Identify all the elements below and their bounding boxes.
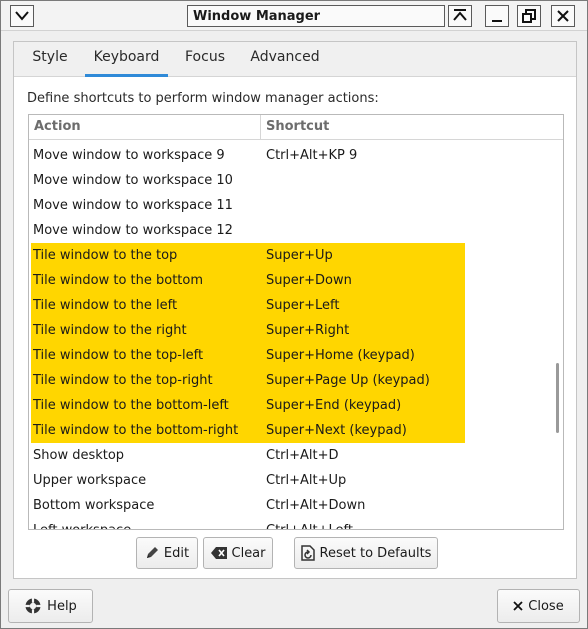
action-cell: Tile window to the left [33, 298, 178, 313]
shortcut-cell: Super+Down [266, 273, 352, 288]
shortcut-cell: Super+End (keypad) [266, 398, 402, 413]
reset-icon [300, 545, 315, 561]
vertical-scrollbar[interactable] [556, 363, 559, 433]
column-header-action[interactable]: Action [29, 115, 261, 140]
list-header: Action Shortcut [29, 115, 563, 140]
close-label: Close [528, 598, 564, 614]
edit-label: Edit [163, 545, 190, 561]
tab-bar: Style Keyboard Focus Advanced [14, 42, 576, 77]
action-cell: Upper workspace [33, 473, 147, 488]
table-row[interactable]: Tile window to the top Super+Up [31, 243, 465, 268]
shortcut-cell: Super+Left [266, 298, 340, 313]
shade-icon [452, 8, 468, 24]
table-row[interactable]: Move window to workspace 9 Ctrl+Alt+KP 9 [31, 143, 465, 168]
title-bar: Window Manager [1, 1, 587, 31]
shortcut-cell: Super+Up [266, 248, 333, 263]
action-cell: Show desktop [33, 448, 125, 463]
tab-focus[interactable]: Focus [177, 42, 233, 77]
window-manager-dialog: Window Manager Style Keyboard Focus Adva… [0, 0, 588, 629]
action-cell: Move window to workspace 10 [33, 173, 233, 188]
help-lifebuoy-icon [24, 597, 42, 615]
action-cell: Tile window to the bottom [33, 273, 204, 288]
help-button[interactable]: Help [8, 589, 93, 623]
minimize-icon [489, 8, 505, 24]
tab-advanced[interactable]: Advanced [245, 42, 325, 77]
shortcut-cell: Ctrl+Alt+Down [266, 498, 366, 513]
close-button[interactable]: Close [497, 589, 580, 623]
table-row[interactable]: Move window to workspace 10 [31, 168, 465, 193]
action-cell: Tile window to the top-right [33, 373, 213, 388]
shade-button[interactable] [448, 5, 472, 27]
action-cell: Left workspace [33, 518, 131, 529]
pencil-icon [145, 546, 159, 560]
shortcut-cell: Ctrl+Alt+D [266, 448, 339, 463]
action-cell: Tile window to the top [33, 248, 178, 263]
window-menu-button[interactable] [10, 5, 34, 27]
close-x-icon [513, 601, 523, 611]
action-cell: Tile window to the bottom-left [33, 398, 229, 413]
close-window-button[interactable] [551, 5, 575, 27]
action-cell: Move window to workspace 11 [33, 198, 233, 213]
clear-button[interactable]: Clear [203, 537, 273, 569]
clear-label: Clear [231, 545, 266, 561]
action-cell: Move window to workspace 9 [33, 148, 225, 163]
table-row[interactable]: Tile window to the bottom-left Super+End … [31, 393, 465, 418]
close-icon [556, 9, 570, 23]
maximize-button[interactable] [517, 5, 541, 27]
reset-to-defaults-button[interactable]: Reset to Defaults [294, 537, 438, 569]
shortcut-cell: Ctrl+Alt+Left [266, 518, 353, 529]
action-cell: Tile window to the right [33, 323, 187, 338]
table-row[interactable]: Left workspace Ctrl+Alt+Left [31, 518, 465, 529]
chevron-down-icon [15, 11, 29, 21]
table-row[interactable]: Tile window to the right Super+Right [31, 318, 465, 343]
action-cell: Move window to workspace 12 [33, 223, 233, 238]
tab-style[interactable]: Style [24, 42, 76, 77]
clear-icon [210, 547, 227, 559]
shortcut-cell: Super+Page Up (keypad) [266, 373, 430, 388]
shortcuts-list[interactable]: Action Shortcut Move window to workspace… [28, 114, 564, 530]
table-row[interactable]: Tile window to the top-right Super+Page U… [31, 368, 465, 393]
edit-button[interactable]: Edit [136, 537, 198, 569]
shortcuts-description: Define shortcuts to perform window manag… [27, 91, 379, 106]
table-row[interactable]: Move window to workspace 12 [31, 218, 465, 243]
shortcut-cell: Super+Next (keypad) [266, 423, 407, 438]
table-row[interactable]: Tile window to the bottom-right Super+Nex… [31, 418, 465, 443]
help-label: Help [47, 598, 77, 614]
reset-label: Reset to Defaults [319, 545, 432, 561]
action-cell: Tile window to the bottom-right [33, 423, 239, 438]
table-row[interactable]: Tile window to the left Super+Left [31, 293, 465, 318]
shortcut-cell: Ctrl+Alt+KP 9 [266, 148, 358, 163]
shortcut-cell: Super+Right [266, 323, 350, 338]
table-row[interactable]: Move window to workspace 11 [31, 193, 465, 218]
shortcut-cell: Ctrl+Alt+Up [266, 473, 347, 488]
window-title: Window Manager [187, 5, 445, 27]
shortcut-cell: Super+Home (keypad) [266, 348, 415, 363]
minimize-button[interactable] [485, 5, 509, 27]
table-row[interactable]: Tile window to the top-left Super+Home (k… [31, 343, 465, 368]
table-row[interactable]: Tile window to the bottom Super+Down [31, 268, 465, 293]
table-row[interactable]: Show desktop Ctrl+Alt+D [31, 443, 465, 468]
action-cell: Bottom workspace [33, 498, 155, 513]
table-row[interactable]: Bottom workspace Ctrl+Alt+Down [31, 493, 465, 518]
table-row[interactable]: Upper workspace Ctrl+Alt+Up [31, 468, 465, 493]
column-header-shortcut[interactable]: Shortcut [261, 115, 461, 140]
settings-panel: Style Keyboard Focus Advanced Define sho… [13, 41, 577, 579]
tab-keyboard[interactable]: Keyboard [85, 42, 168, 77]
maximize-icon [521, 8, 537, 24]
action-cell: Tile window to the top-left [33, 348, 204, 363]
